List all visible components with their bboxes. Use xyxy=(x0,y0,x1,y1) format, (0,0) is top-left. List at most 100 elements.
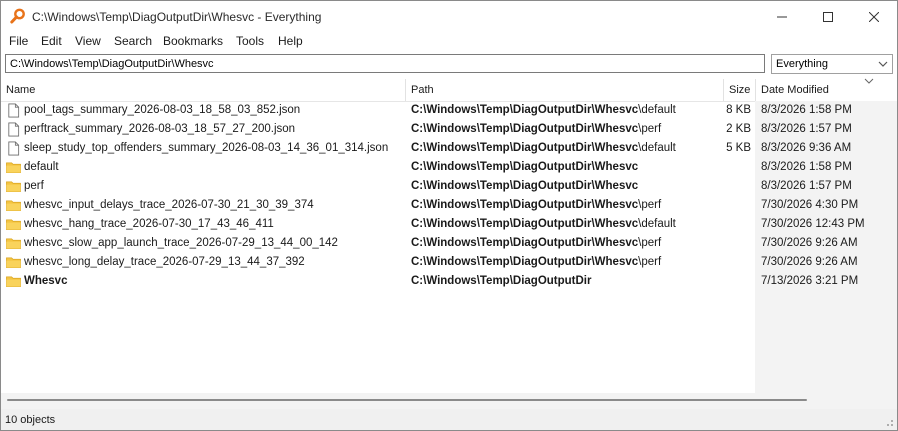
row-size: 5 KB xyxy=(726,142,751,154)
folder-icon xyxy=(6,219,21,231)
row-path-parent: C:\Windows\Temp\DiagOutputDir\Whesvc xyxy=(411,161,639,173)
column-name[interactable]: Name xyxy=(1,79,405,101)
row-date-modified: 7/30/2026 9:26 AM xyxy=(761,256,858,268)
table-row[interactable]: whesvc_hang_trace_2026-07-30_17_43_46_41… xyxy=(1,215,897,234)
menu-bookmarks[interactable]: Bookmarks xyxy=(163,34,223,48)
row-name: whesvc_hang_trace_2026-07-30_17_43_46_41… xyxy=(24,218,274,230)
column-name-label: Name xyxy=(6,84,36,96)
row-path-parent: C:\Windows\Temp\DiagOutputDir\Whesvc xyxy=(411,237,639,249)
table-row[interactable]: whesvc_slow_app_launch_trace_2026-07-29_… xyxy=(1,234,897,253)
row-path: C:\Windows\Temp\DiagOutputDir\Whesvc\def… xyxy=(411,142,676,154)
results-list[interactable]: Name Path Size Date Modified pool_tags_s… xyxy=(1,78,897,393)
chevron-down-icon xyxy=(878,61,888,67)
minimize-icon xyxy=(777,16,787,17)
row-name: Whesvc xyxy=(24,275,68,287)
maximize-icon xyxy=(823,11,833,22)
row-name: default xyxy=(24,161,59,173)
row-path-parent: C:\Windows\Temp\DiagOutputDir\Whesvc xyxy=(411,123,639,135)
document-icon xyxy=(8,103,20,118)
status-bar: 10 objects xyxy=(1,409,897,430)
row-path-subfolder: \perf xyxy=(638,199,662,211)
menu-file[interactable]: File xyxy=(9,34,28,48)
menu-bar: File Edit View Search Bookmarks Tools He… xyxy=(1,32,897,52)
resize-grip-icon[interactable] xyxy=(884,417,894,427)
column-path-label: Path xyxy=(411,84,434,96)
row-size: 8 KB xyxy=(726,104,751,116)
row-date-modified: 8/3/2026 1:57 PM xyxy=(761,180,852,192)
window-title: C:\Windows\Temp\DiagOutputDir\Whesvc - E… xyxy=(32,10,322,24)
minimize-button[interactable] xyxy=(759,1,805,32)
table-row[interactable]: whesvc_input_delays_trace_2026-07-30_21_… xyxy=(1,196,897,215)
row-name: perftrack_summary_2026-08-03_18_57_27_20… xyxy=(24,123,296,135)
column-header: Name Path Size Date Modified xyxy=(1,78,897,102)
row-path-parent: C:\Windows\Temp\DiagOutputDir\Whesvc xyxy=(411,199,639,211)
row-path-subfolder: \default xyxy=(638,218,676,230)
row-date-modified: 8/3/2026 9:36 AM xyxy=(761,142,852,154)
scrollbar-thumb[interactable] xyxy=(7,399,807,401)
row-path-parent: C:\Windows\Temp\DiagOutputDir\Whesvc xyxy=(411,218,639,230)
row-path: C:\Windows\Temp\DiagOutputDir\Whesvc\def… xyxy=(411,104,676,116)
table-row[interactable]: whesvc_long_delay_trace_2026-07-29_13_44… xyxy=(1,253,897,272)
row-path-subfolder: \perf xyxy=(638,256,662,268)
row-path: C:\Windows\Temp\DiagOutputDir\Whesvc\per… xyxy=(411,237,661,249)
table-row[interactable]: sleep_study_top_offenders_summary_2026-0… xyxy=(1,139,897,158)
row-path-parent: C:\Windows\Temp\DiagOutputDir\Whesvc xyxy=(411,142,639,154)
row-path-subfolder: \default xyxy=(638,142,676,154)
magnifier-icon xyxy=(10,8,25,24)
maximize-button[interactable] xyxy=(805,1,851,32)
row-date-modified: 8/3/2026 1:58 PM xyxy=(761,104,852,116)
menu-edit[interactable]: Edit xyxy=(41,34,62,48)
table-row[interactable]: pool_tags_summary_2026-08-03_18_58_03_85… xyxy=(1,101,897,120)
row-date-modified: 8/3/2026 1:58 PM xyxy=(761,161,852,173)
row-name: perf xyxy=(24,180,44,192)
table-row[interactable]: perf C:\Windows\Temp\DiagOutputDir\Whesvc… xyxy=(1,177,897,196)
column-path[interactable]: Path xyxy=(406,79,723,101)
column-size-label: Size xyxy=(729,84,751,96)
row-date-modified: 8/3/2026 1:57 PM xyxy=(761,123,852,135)
row-date-modified: 7/30/2026 9:26 AM xyxy=(761,237,858,249)
row-path: C:\Windows\Temp\DiagOutputDir xyxy=(411,275,591,287)
folder-icon xyxy=(6,238,21,250)
document-icon xyxy=(8,122,20,137)
row-path-subfolder: \perf xyxy=(638,123,662,135)
column-date-modified[interactable]: Date Modified xyxy=(756,79,897,101)
menu-help[interactable]: Help xyxy=(278,34,303,48)
close-button[interactable] xyxy=(851,1,897,32)
search-input[interactable] xyxy=(5,54,765,73)
row-path: C:\Windows\Temp\DiagOutputDir\Whesvc\per… xyxy=(411,199,661,211)
folder-icon xyxy=(6,181,21,193)
folder-icon xyxy=(6,162,21,174)
row-date-modified: 7/30/2026 12:43 PM xyxy=(761,218,865,230)
table-row[interactable]: perftrack_summary_2026-08-03_18_57_27_20… xyxy=(1,120,897,139)
menu-view[interactable]: View xyxy=(75,34,101,48)
close-icon xyxy=(869,11,879,22)
title-bar[interactable]: C:\Windows\Temp\DiagOutputDir\Whesvc - E… xyxy=(1,1,897,32)
folder-icon xyxy=(6,257,21,269)
row-name: sleep_study_top_offenders_summary_2026-0… xyxy=(24,142,389,154)
row-path: C:\Windows\Temp\DiagOutputDir\Whesvc xyxy=(411,180,638,192)
document-icon xyxy=(8,141,20,156)
everything-window: C:\Windows\Temp\DiagOutputDir\Whesvc - E… xyxy=(0,0,898,431)
row-path: C:\Windows\Temp\DiagOutputDir\Whesvc xyxy=(411,161,638,173)
folder-icon xyxy=(6,276,21,288)
row-path-parent: C:\Windows\Temp\DiagOutputDir\Whesvc xyxy=(411,104,639,116)
folder-icon xyxy=(6,200,21,212)
table-row[interactable]: default C:\Windows\Temp\DiagOutputDir\Whe… xyxy=(1,158,897,177)
row-name: whesvc_long_delay_trace_2026-07-29_13_44… xyxy=(24,256,305,268)
menu-search[interactable]: Search xyxy=(114,34,152,48)
column-date-label: Date Modified xyxy=(761,84,829,96)
status-text: 10 objects xyxy=(5,414,56,426)
row-date-modified: 7/13/2026 3:21 PM xyxy=(761,275,859,287)
filter-select[interactable]: Everything xyxy=(771,54,893,74)
row-path-parent: C:\Windows\Temp\DiagOutputDir\Whesvc xyxy=(411,180,639,192)
row-path: C:\Windows\Temp\DiagOutputDir\Whesvc\def… xyxy=(411,218,676,230)
row-path-parent: C:\Windows\Temp\DiagOutputDir xyxy=(411,275,592,287)
sort-descending-icon xyxy=(864,78,874,84)
column-size[interactable]: Size xyxy=(724,79,755,101)
row-size: 2 KB xyxy=(726,123,751,135)
row-name: whesvc_slow_app_launch_trace_2026-07-29_… xyxy=(24,237,338,249)
table-row[interactable]: Whesvc C:\Windows\Temp\DiagOutputDir 7/13/… xyxy=(1,272,897,291)
row-path: C:\Windows\Temp\DiagOutputDir\Whesvc\per… xyxy=(411,123,661,135)
menu-tools[interactable]: Tools xyxy=(236,34,264,48)
horizontal-scrollbar[interactable] xyxy=(1,393,897,409)
